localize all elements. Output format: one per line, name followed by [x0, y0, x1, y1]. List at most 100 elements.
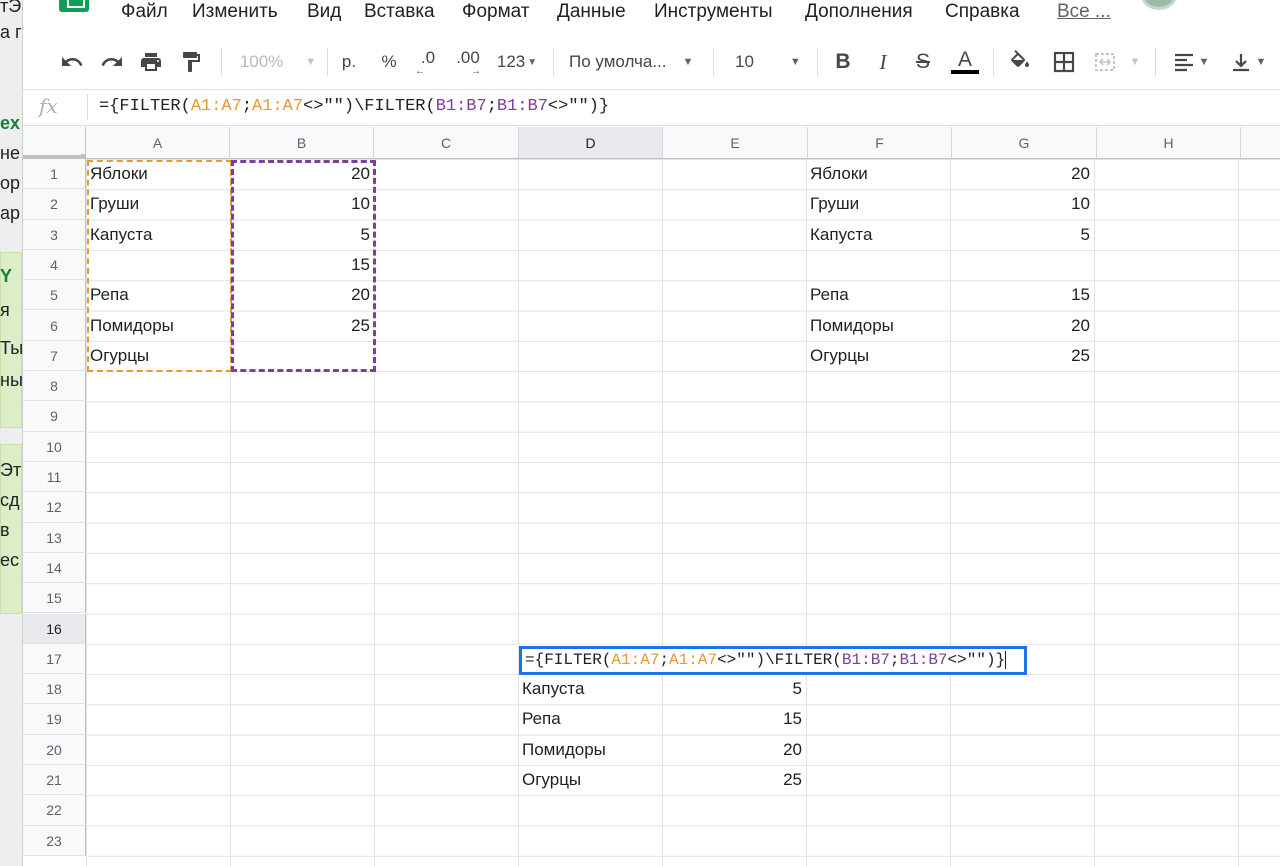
background-text: ар — [0, 203, 21, 223]
menu-view[interactable]: Вид — [307, 1, 341, 23]
cell-d19: Репа — [522, 709, 561, 729]
more-formats-button[interactable]: 123 ▼ — [493, 48, 541, 76]
menu-file[interactable]: Файл — [121, 1, 168, 23]
row-header-8[interactable]: 8 — [23, 371, 86, 402]
font-size-value: 10 — [735, 52, 754, 71]
increase-decimals-button[interactable]: .00 → — [451, 48, 485, 77]
strikethrough-button[interactable]: S — [909, 48, 937, 76]
row-header-15[interactable]: 15 — [23, 583, 86, 614]
row-header-5[interactable]: 5 — [23, 280, 86, 311]
zoom-value: 100% — [239, 52, 284, 71]
column-header-a[interactable]: A — [86, 127, 230, 159]
cell-e19: 15 — [783, 709, 802, 729]
undo-icon[interactable] — [57, 48, 87, 76]
row-header-6[interactable]: 6 — [23, 310, 86, 341]
sheets-logo-icon[interactable] — [59, 0, 89, 12]
borders-icon[interactable] — [1049, 48, 1079, 76]
cell-e20: 20 — [783, 739, 802, 759]
menu-insert[interactable]: Вставка — [364, 1, 435, 23]
row-header-10[interactable]: 10 — [23, 431, 86, 462]
font-value: По умолча... — [569, 52, 667, 71]
background-text: ор — [0, 173, 21, 193]
cell-e18: 5 — [792, 679, 802, 699]
percent-button[interactable]: % — [375, 48, 403, 76]
cell-e21: 25 — [783, 770, 802, 789]
text-color-swatch — [951, 70, 979, 74]
row-header-2[interactable]: 2 — [23, 189, 86, 220]
row-header-14[interactable]: 14 — [23, 552, 86, 584]
row-header-4[interactable]: 4 — [23, 249, 86, 281]
column-header-e[interactable]: E — [663, 127, 808, 159]
cell-g4 — [954, 250, 1090, 280]
font-select[interactable]: По умолча... ▼ — [569, 48, 701, 76]
row-header-3[interactable]: 3 — [23, 219, 86, 250]
currency-button[interactable]: р. — [335, 48, 363, 76]
background-text: не — [0, 143, 20, 163]
cell-g5: 15 — [1071, 285, 1090, 305]
row-header-7[interactable]: 7 — [23, 340, 86, 372]
background-text: Ты — [0, 338, 22, 358]
menu-help[interactable]: Справка — [945, 1, 1020, 23]
range-a1-a7-highlight — [87, 160, 232, 372]
cell-f2: Груши — [810, 194, 860, 214]
row-header-13[interactable]: 13 — [23, 522, 86, 553]
redo-icon[interactable] — [97, 48, 127, 76]
column-header-f[interactable]: F — [808, 127, 952, 159]
row-header-21[interactable]: 21 — [23, 765, 86, 796]
last-edit-link[interactable]: Все ... — [1057, 1, 1111, 23]
align-left-icon[interactable]: ▼ — [1167, 48, 1215, 76]
text-color-button[interactable]: A — [949, 48, 981, 76]
spreadsheet-window: Файл Изменить Вид Вставка Формат Данные … — [22, 0, 1280, 866]
cell-d18: Капуста — [522, 679, 585, 699]
row-header-23[interactable]: 23 — [23, 825, 86, 856]
row-header-20[interactable]: 20 — [23, 734, 86, 765]
row-header-17[interactable]: 17 — [23, 643, 86, 675]
decrease-decimals-button[interactable]: .0 ← — [411, 48, 445, 77]
menu-data[interactable]: Данные — [557, 1, 626, 23]
row-header-16[interactable]: 16 — [23, 613, 86, 644]
row-header-22[interactable]: 22 — [23, 795, 86, 826]
column-header-b[interactable]: B — [230, 127, 374, 159]
merge-icon[interactable]: ▼ — [1089, 48, 1145, 76]
cell-g1: 20 — [1071, 164, 1090, 183]
text-color-letter: A — [957, 48, 972, 71]
background-text: в — [0, 520, 10, 540]
cell-g6: 20 — [1071, 315, 1090, 335]
menu-edit[interactable]: Изменить — [192, 1, 278, 23]
column-header-d[interactable]: D — [519, 127, 663, 159]
cell-grid: A B C D E F G H 1 2 3 4 5 6 7 8 9 10 11 12 13 14 15 16 1… — [23, 127, 1280, 866]
cells-area[interactable]: Яблоки Груши Капуста Репа Помидоры Огурцы 20 10… — [86, 159, 1280, 866]
row-header-11[interactable]: 11 — [23, 462, 86, 493]
print-icon[interactable] — [136, 48, 166, 76]
formula-input[interactable]: ={FILTER(A1:A7;A1:A7<>"")\FILTER(B1:B7;B… — [99, 97, 609, 116]
cell-g3: 5 — [1080, 224, 1090, 244]
menu-format[interactable]: Формат — [462, 1, 530, 23]
column-header-h[interactable]: H — [1097, 127, 1241, 159]
active-cell-editor[interactable]: ={FILTER(A1:A7;A1:A7<>"")\FILTER(B1:B7;B… — [519, 646, 1027, 675]
font-size-select[interactable]: 10 ▼ — [723, 48, 809, 76]
cell-f4 — [810, 250, 946, 280]
column-header-c[interactable]: C — [374, 127, 519, 159]
vertical-align-icon[interactable]: ▼ — [1225, 48, 1271, 76]
zoom-select[interactable]: 100% ▼ — [235, 48, 321, 76]
menu-addons[interactable]: Дополнения — [805, 1, 913, 23]
fill-color-icon[interactable] — [1005, 48, 1035, 76]
background-text: ны — [0, 370, 22, 390]
bold-button[interactable]: B — [829, 48, 857, 76]
column-header-i[interactable] — [1241, 127, 1280, 159]
background-text: сд — [0, 490, 20, 510]
background-text: я — [0, 300, 10, 320]
row-header-18[interactable]: 18 — [23, 674, 86, 705]
row-header-9[interactable]: 9 — [23, 401, 86, 432]
avatar[interactable] — [1141, 0, 1177, 10]
row-header-12[interactable]: 12 — [23, 492, 86, 523]
row-header-1[interactable]: 1 — [23, 159, 86, 190]
menu-tools[interactable]: Инструменты — [654, 1, 772, 23]
italic-button[interactable]: I — [869, 48, 897, 76]
background-window: тЭ а г ex не ор ар Y я Ты ны Эт сд в ес — [0, 0, 22, 866]
paint-format-icon[interactable] — [176, 48, 206, 76]
row-header-19[interactable]: 19 — [23, 704, 86, 735]
cell-g7: 25 — [1071, 345, 1090, 365]
column-header-g[interactable]: G — [952, 127, 1097, 159]
cell-d20: Помидоры — [522, 739, 606, 759]
